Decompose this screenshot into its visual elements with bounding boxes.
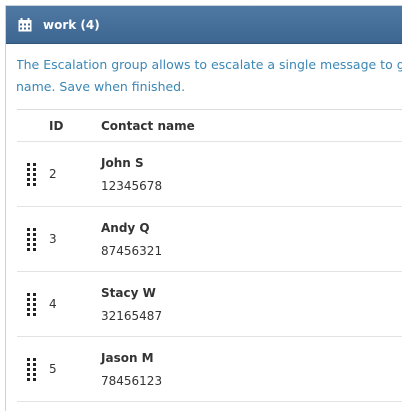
row-contact: Andy Q 87456321 xyxy=(101,220,402,259)
row-contact: Stacy W 32165487 xyxy=(101,285,402,324)
contact-name: Andy Q xyxy=(101,220,150,235)
row-id: 3 xyxy=(49,232,57,246)
contact-name: Stacy W xyxy=(101,285,156,300)
description: The Escalation group allows to escalate … xyxy=(17,44,402,110)
panel-title: work (4) xyxy=(43,17,100,32)
table-row[interactable]: 3 Andy Q 87456321 xyxy=(17,207,402,272)
table-header: ID Contact name xyxy=(17,110,402,142)
header-contact-name: Contact name xyxy=(101,118,195,133)
row-contact: John S 12345678 xyxy=(101,155,402,194)
row-id: 5 xyxy=(49,362,57,376)
drag-handle-icon[interactable] xyxy=(17,292,49,316)
escalation-panel: work (4) The Escalation group allows to … xyxy=(5,5,402,411)
contact-name: John S xyxy=(101,155,144,170)
drag-handle-icon[interactable] xyxy=(17,162,49,186)
drag-handle-icon[interactable] xyxy=(17,357,49,381)
contact-name: Jason M xyxy=(101,350,154,365)
contacts-table: ID Contact name 2 John S 12345678 3 Andy… xyxy=(17,110,402,402)
contact-phone: 12345678 xyxy=(101,178,163,193)
panel-header: work (4) xyxy=(6,6,402,44)
contact-phone: 32165487 xyxy=(101,308,163,323)
row-id: 4 xyxy=(49,297,57,311)
contact-phone: 87456321 xyxy=(101,243,163,258)
row-id: 2 xyxy=(49,167,57,181)
table-row[interactable]: 4 Stacy W 32165487 xyxy=(17,272,402,337)
table-row[interactable]: 2 John S 12345678 xyxy=(17,142,402,207)
contact-phone: 78456123 xyxy=(101,373,163,388)
table-row[interactable]: 5 Jason M 78456123 xyxy=(17,337,402,402)
drag-handle-icon[interactable] xyxy=(17,227,49,251)
row-contact: Jason M 78456123 xyxy=(101,350,402,389)
header-id: ID xyxy=(49,118,64,133)
description-line-2: name. Save when finished. xyxy=(17,79,186,94)
description-line-1: The Escalation group allows to escalate … xyxy=(17,57,402,72)
calendar-icon xyxy=(18,17,32,32)
